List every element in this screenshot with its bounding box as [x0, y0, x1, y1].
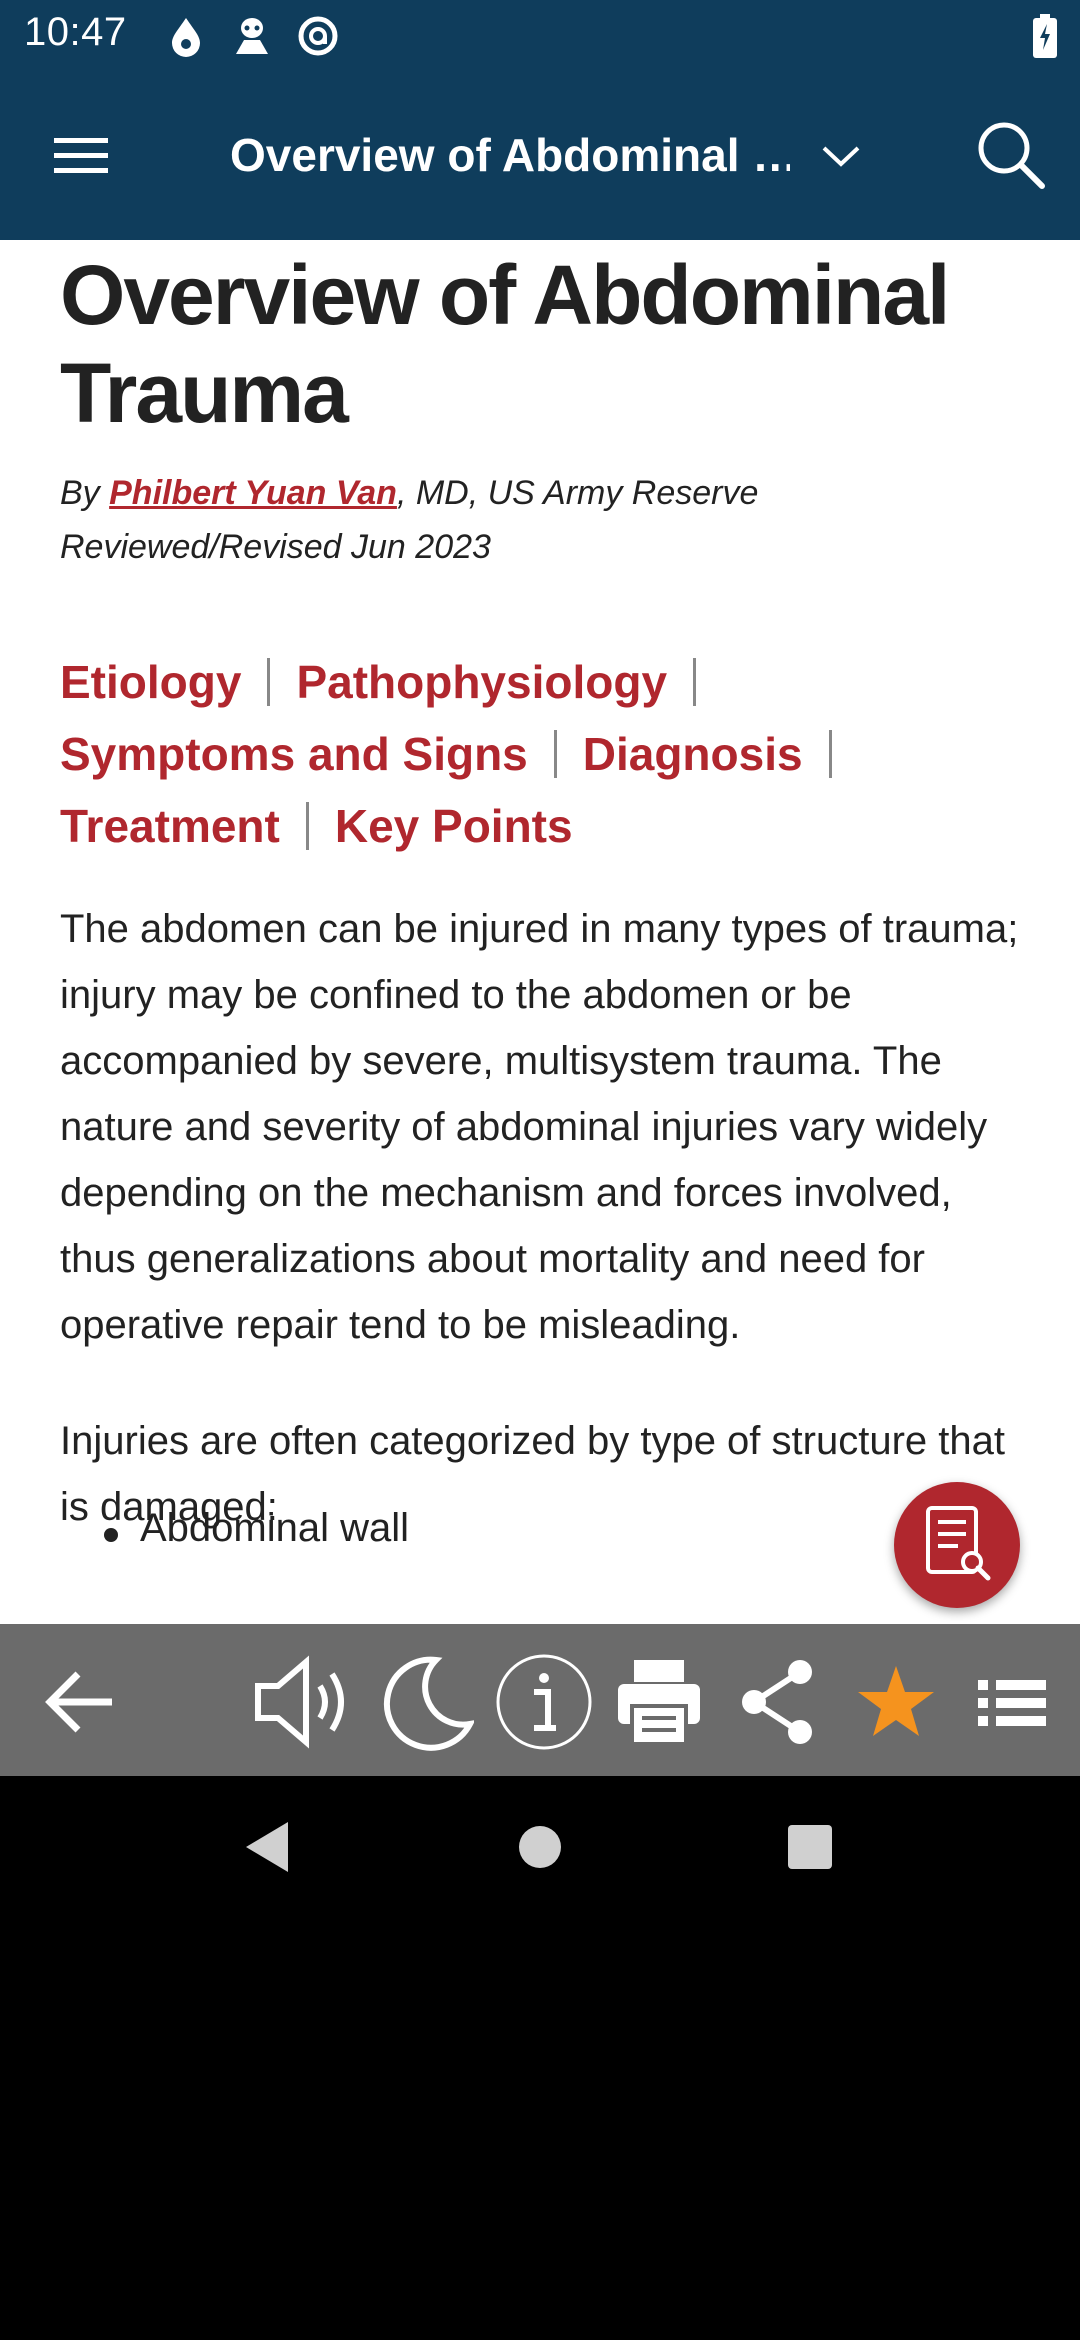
info-icon[interactable] — [494, 1652, 594, 1752]
alien-icon — [230, 14, 274, 58]
author-suffix: , MD, US Army Reserve — [396, 474, 759, 512]
toc-link-pathophysiology[interactable]: Pathophysiology — [296, 646, 667, 718]
toc-divider — [693, 658, 697, 706]
author-line: By Philbert Yuan Van, MD, US Army Reserv… — [60, 466, 758, 520]
document-search-button[interactable] — [894, 1482, 1020, 1608]
night-mode-icon[interactable] — [374, 1652, 476, 1752]
document-search-icon — [926, 1506, 991, 1581]
drop-icon — [164, 14, 208, 58]
toc-divider — [828, 730, 832, 778]
nav-back-icon[interactable] — [242, 1820, 292, 1879]
section-links: Etiology Pathophysiology Symptoms and Si… — [60, 646, 1020, 862]
bottom-toolbar — [0, 1624, 1080, 1776]
byline-prefix: By — [60, 474, 110, 512]
paragraph-intro: The abdomen can be injured in many types… — [60, 907, 1019, 1347]
favorite-star-icon[interactable] — [856, 1652, 936, 1752]
nav-recents-icon[interactable] — [786, 1820, 834, 1879]
list-item: Abdominal wall — [103, 1506, 410, 1550]
byline: By Philbert Yuan Van, MD, US Army Reserv… — [60, 466, 758, 574]
article-title: Overview of Abdominal Trauma — [60, 248, 950, 440]
at-sign-icon — [296, 14, 340, 58]
back-arrow-icon[interactable] — [40, 1652, 120, 1752]
battery-icon — [1032, 14, 1058, 58]
toc-link-symptoms-and-signs[interactable]: Symptoms and Signs — [60, 718, 528, 790]
hamburger-menu-icon[interactable] — [50, 134, 112, 178]
system-navigation-bar — [0, 1776, 1080, 1916]
nav-home-icon[interactable] — [518, 1820, 562, 1879]
reviewed-date: Reviewed/Revised Jun 2023 — [60, 528, 491, 566]
app-bar-title[interactable]: Overview of Abdominal … — [230, 128, 790, 182]
toc-divider — [553, 730, 557, 778]
toc-divider — [267, 658, 271, 706]
toc-link-etiology[interactable]: Etiology — [60, 646, 241, 718]
speaker-icon[interactable] — [250, 1652, 360, 1752]
toc-link-treatment[interactable]: Treatment — [60, 790, 280, 862]
app-bar: Overview of Abdominal … — [0, 72, 1080, 240]
author-link[interactable]: Philbert Yuan Van — [109, 474, 397, 512]
chevron-down-icon[interactable] — [816, 136, 866, 176]
print-icon[interactable] — [614, 1652, 704, 1752]
status-bar: 10:47 — [0, 0, 1080, 72]
search-icon[interactable] — [972, 116, 1048, 192]
list-icon[interactable] — [974, 1652, 1050, 1752]
toc-link-diagnosis[interactable]: Diagnosis — [583, 718, 803, 790]
toc-link-key-points[interactable]: Key Points — [335, 790, 573, 862]
article-content[interactable]: Overview of Abdominal Trauma By Philbert… — [0, 240, 1080, 1624]
share-icon[interactable] — [738, 1652, 818, 1752]
status-icons — [164, 14, 340, 58]
toc-divider — [305, 802, 309, 850]
status-time: 10:47 — [24, 10, 127, 54]
